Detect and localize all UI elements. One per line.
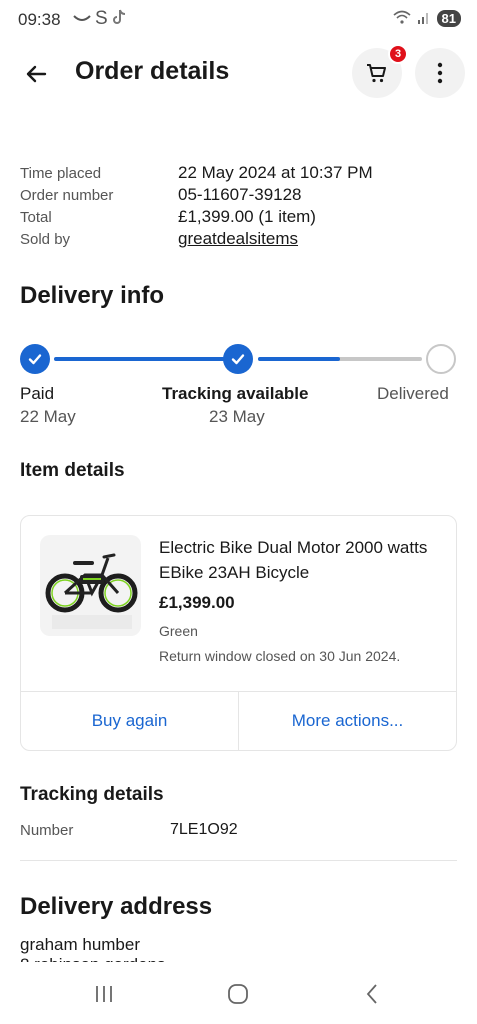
tracking-number-label: Number (20, 821, 74, 839)
cart-icon (367, 64, 386, 83)
step-paid-label: Paid (20, 384, 55, 403)
progress-line-paid-tracking (54, 357, 238, 361)
system-indicators: 81 (393, 10, 461, 27)
more-options-button[interactable] (415, 48, 465, 98)
item-title[interactable]: Electric Bike Dual Motor 2000 watts EBik… (159, 535, 444, 585)
delivery-steps: Paid 22 May Tracking available 23 May De… (20, 384, 460, 434)
back-button[interactable] (20, 58, 52, 90)
item-card: Electric Bike Dual Motor 2000 watts EBik… (20, 515, 457, 751)
system-back-icon (366, 984, 377, 1004)
tracking-number-row: Number 7LE1O92 (20, 820, 238, 840)
tracking-number-value[interactable]: 7LE1O92 (170, 821, 238, 839)
item-thumbnail[interactable] (40, 535, 141, 636)
sold-by-row: Sold by greatdealsitems (20, 228, 460, 250)
seller-link[interactable]: greatdealsitems (178, 229, 298, 249)
step-tracking-label: Tracking available (162, 384, 309, 403)
order-number-label: Order number (20, 186, 114, 204)
step-paid-date: 22 May (20, 407, 76, 426)
home-icon (228, 984, 248, 1004)
wifi-icon (393, 10, 411, 27)
app-header: Order details 3 (0, 44, 477, 104)
notification-icons: S (73, 8, 126, 30)
progress-line-fill (258, 357, 340, 361)
order-number-value: 05-11607-39128 (178, 185, 302, 204)
item-price: £1,399.00 (159, 593, 235, 612)
more-vertical-icon (437, 62, 443, 84)
address-line: 8 robinson gardens (20, 956, 166, 962)
step-tracking-date: 23 May (209, 407, 265, 426)
buy-again-button[interactable]: Buy again (21, 692, 238, 750)
more-actions-button[interactable]: More actions... (238, 692, 456, 750)
total-value: £1,399.00 (1 item) (178, 207, 316, 226)
status-time: 09:38 (18, 10, 61, 29)
page-title: Order details (75, 57, 230, 85)
item-actions: Buy again More actions... (21, 691, 456, 750)
status-bar: 09:38 S 81 (0, 0, 477, 40)
system-back-button[interactable] (352, 978, 392, 1010)
recent-apps-button[interactable] (84, 978, 124, 1010)
step-paid-check-icon (20, 344, 50, 374)
address-name: graham humber (20, 935, 141, 954)
item-details-title: Item details (20, 460, 125, 481)
step-delivered-circle-icon (426, 344, 456, 374)
time-placed-row: Time placed 22 May 2024 at 10:37 PM (20, 162, 460, 184)
return-window-note: Return window closed on 30 Jun 2024. (159, 648, 401, 664)
tracking-details-title: Tracking details (20, 784, 164, 805)
signal-icon (417, 10, 431, 27)
time-placed-value: 22 May 2024 at 10:37 PM (178, 163, 373, 182)
cart-count-badge: 3 (388, 44, 408, 64)
battery-indicator: 81 (436, 10, 461, 27)
delivery-info-title: Delivery info (20, 282, 165, 309)
total-row: Total £1,399.00 (1 item) (20, 206, 460, 228)
item-variant: Green (159, 623, 198, 639)
section-divider (20, 860, 457, 861)
system-nav-bar (0, 964, 477, 1024)
electric-bike-image (45, 553, 138, 629)
missed-call-icon (73, 9, 91, 29)
order-number-row: Order number 05-11607-39128 (20, 184, 460, 206)
delivery-address-title: Delivery address (20, 893, 213, 920)
time-placed-label: Time placed (20, 164, 102, 182)
total-label: Total (20, 208, 52, 226)
order-summary: Time placed 22 May 2024 at 10:37 PM Orde… (20, 162, 460, 250)
delivery-progress (20, 343, 460, 375)
step-tracking-check-icon (223, 344, 253, 374)
step-delivered-label: Delivered (377, 384, 449, 403)
recent-apps-icon (96, 986, 112, 1002)
tiktok-icon (112, 9, 126, 30)
back-arrow-icon (26, 65, 47, 83)
s-app-icon: S (95, 8, 108, 29)
home-button[interactable] (218, 978, 258, 1010)
sold-by-label: Sold by (20, 230, 71, 248)
